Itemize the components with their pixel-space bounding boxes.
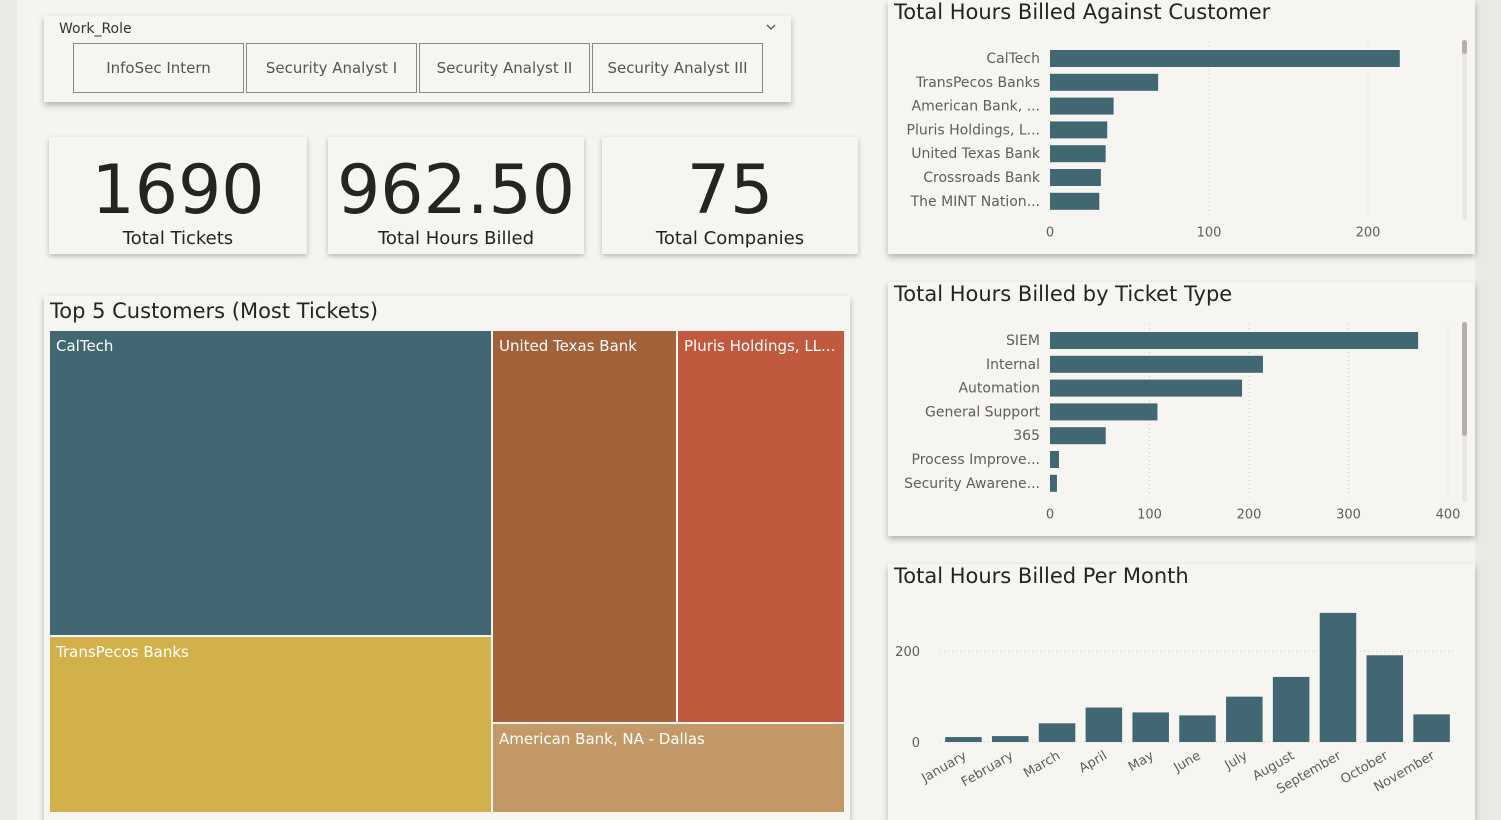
- slicer-option-security-analyst-ii[interactable]: Security Analyst II: [419, 43, 590, 93]
- bar[interactable]: [1226, 696, 1263, 742]
- x-tick-label: 100: [1137, 508, 1162, 523]
- x-tick-label: 200: [1356, 226, 1381, 241]
- kpi-value: 1690: [91, 151, 265, 230]
- bar[interactable]: [1050, 379, 1243, 397]
- treemap-title: Top 5 Customers (Most Tickets): [50, 299, 379, 323]
- chevron-down-icon[interactable]: [764, 20, 778, 34]
- y-category-label: General Support: [925, 404, 1040, 420]
- treemap-tile-transpecos-banks[interactable]: TransPecos Banks: [49, 636, 492, 813]
- bar[interactable]: [1132, 712, 1169, 742]
- treemap-tile-american-bank-dallas[interactable]: American Bank, NA - Dallas: [492, 723, 845, 813]
- scrollbar-thumb[interactable]: [1462, 322, 1467, 436]
- treemap-tile-caltech[interactable]: CalTech: [49, 330, 492, 636]
- slicer-option-security-analyst-iii[interactable]: Security Analyst III: [592, 43, 763, 93]
- scrollbar[interactable]: [1462, 322, 1467, 502]
- bar[interactable]: [1050, 145, 1106, 163]
- hours-by-customer-chart: 0 100 200 CalTech TransPecos Banks American B…: [907, 42, 1400, 241]
- y-tick-label: 200: [895, 645, 920, 660]
- kpi-value: 75: [686, 151, 774, 230]
- y-category-label: The MINT Nation...: [910, 194, 1040, 210]
- bar[interactable]: [1179, 715, 1216, 742]
- x-tick-label: June: [1171, 748, 1204, 776]
- bar[interactable]: [1319, 612, 1357, 742]
- x-tick-label: March: [1021, 748, 1063, 781]
- y-category-label: Internal: [986, 357, 1040, 373]
- x-tick-label: 200: [1237, 508, 1262, 523]
- scrollbar-thumb[interactable]: [1462, 40, 1467, 54]
- hours-by-ticket-type-card: Total Hours Billed by Ticket Type 0 100 20…: [888, 282, 1475, 536]
- x-tick-label: 0: [1046, 508, 1054, 523]
- bar[interactable]: [1050, 332, 1419, 349]
- scrollbar[interactable]: [1462, 40, 1467, 220]
- x-tick-label: April: [1077, 748, 1110, 776]
- y-category-label: American Bank, ...: [912, 99, 1041, 115]
- y-category-label: Process Improve...: [912, 452, 1040, 468]
- bar[interactable]: [1050, 451, 1059, 468]
- kpi-card-total-tickets: 1690 Total Tickets: [49, 137, 307, 254]
- kpi-card-total-hours-billed: 962.50 Total Hours Billed: [328, 137, 584, 254]
- slicer-title: Work_Role: [59, 21, 132, 37]
- hours-by-customer-card: Total Hours Billed Against Customer 0 100…: [888, 0, 1475, 254]
- bar[interactable]: [1050, 169, 1101, 186]
- x-tick-label: February: [959, 748, 1017, 790]
- x-tick-label: 100: [1197, 226, 1222, 241]
- y-category-label: TransPecos Banks: [915, 75, 1040, 91]
- y-category-label: Pluris Holdings, L...: [907, 122, 1040, 138]
- treemap-tile-pluris-holdings[interactable]: Pluris Holdings, LL...: [677, 330, 845, 723]
- x-tick-label: 400: [1436, 508, 1461, 523]
- y-category-label: United Texas Bank: [911, 146, 1041, 162]
- y-category-label: SIEM: [1006, 333, 1040, 349]
- y-tick-label: 0: [912, 736, 920, 751]
- bar[interactable]: [1085, 707, 1123, 743]
- kpi-value: 962.50: [337, 151, 575, 230]
- x-tick-label: 300: [1336, 508, 1361, 523]
- kpi-card-total-companies: 75 Total Companies: [602, 137, 858, 254]
- kpi-label: Total Companies: [655, 228, 805, 249]
- bar[interactable]: [1050, 474, 1057, 492]
- bar[interactable]: [1050, 355, 1263, 373]
- treemap-tile-united-texas-bank[interactable]: United Texas Bank: [492, 330, 677, 723]
- work-role-slicer: Work_Role InfoSec Intern Security Analys…: [44, 16, 791, 102]
- x-tick-label: 0: [1046, 226, 1054, 241]
- bar[interactable]: [1050, 73, 1159, 91]
- bar[interactable]: [1413, 714, 1450, 742]
- bar[interactable]: [1366, 655, 1404, 742]
- y-category-label: 365: [1013, 428, 1040, 444]
- bar[interactable]: [1050, 192, 1100, 210]
- bar[interactable]: [1050, 121, 1108, 139]
- hours-by-ticket-type-chart: 0 100 200 300 400 SIEM Internal Automation Gener…: [904, 324, 1461, 523]
- bar[interactable]: [1050, 427, 1106, 445]
- bar[interactable]: [1050, 403, 1158, 421]
- bar[interactable]: [1038, 723, 1076, 742]
- y-category-label: Security Awarene...: [904, 476, 1040, 492]
- x-tick-label: May: [1126, 748, 1157, 775]
- bar[interactable]: [945, 737, 982, 742]
- slicer-option-security-analyst-i[interactable]: Security Analyst I: [246, 43, 417, 93]
- x-tick-label: July: [1222, 748, 1251, 773]
- kpi-label: Total Tickets: [122, 228, 234, 249]
- bar[interactable]: [1272, 676, 1310, 742]
- kpi-label: Total Hours Billed: [377, 228, 535, 249]
- bar[interactable]: [1050, 50, 1400, 67]
- slicer-option-infosec-intern[interactable]: InfoSec Intern: [73, 43, 244, 93]
- y-category-label: CalTech: [986, 51, 1040, 67]
- hours-per-month-card: Total Hours Billed Per Month 0 200 January…: [888, 564, 1475, 820]
- hours-per-month-chart: 0200JanuaryFebruary March April May June July…: [895, 612, 1455, 797]
- bar[interactable]: [1050, 97, 1114, 115]
- bar[interactable]: [991, 736, 1029, 742]
- y-category-label: Crossroads Bank: [923, 170, 1041, 186]
- treemap-card: Top 5 Customers (Most Tickets) CalTech T…: [44, 296, 850, 820]
- y-category-label: Automation: [958, 381, 1040, 397]
